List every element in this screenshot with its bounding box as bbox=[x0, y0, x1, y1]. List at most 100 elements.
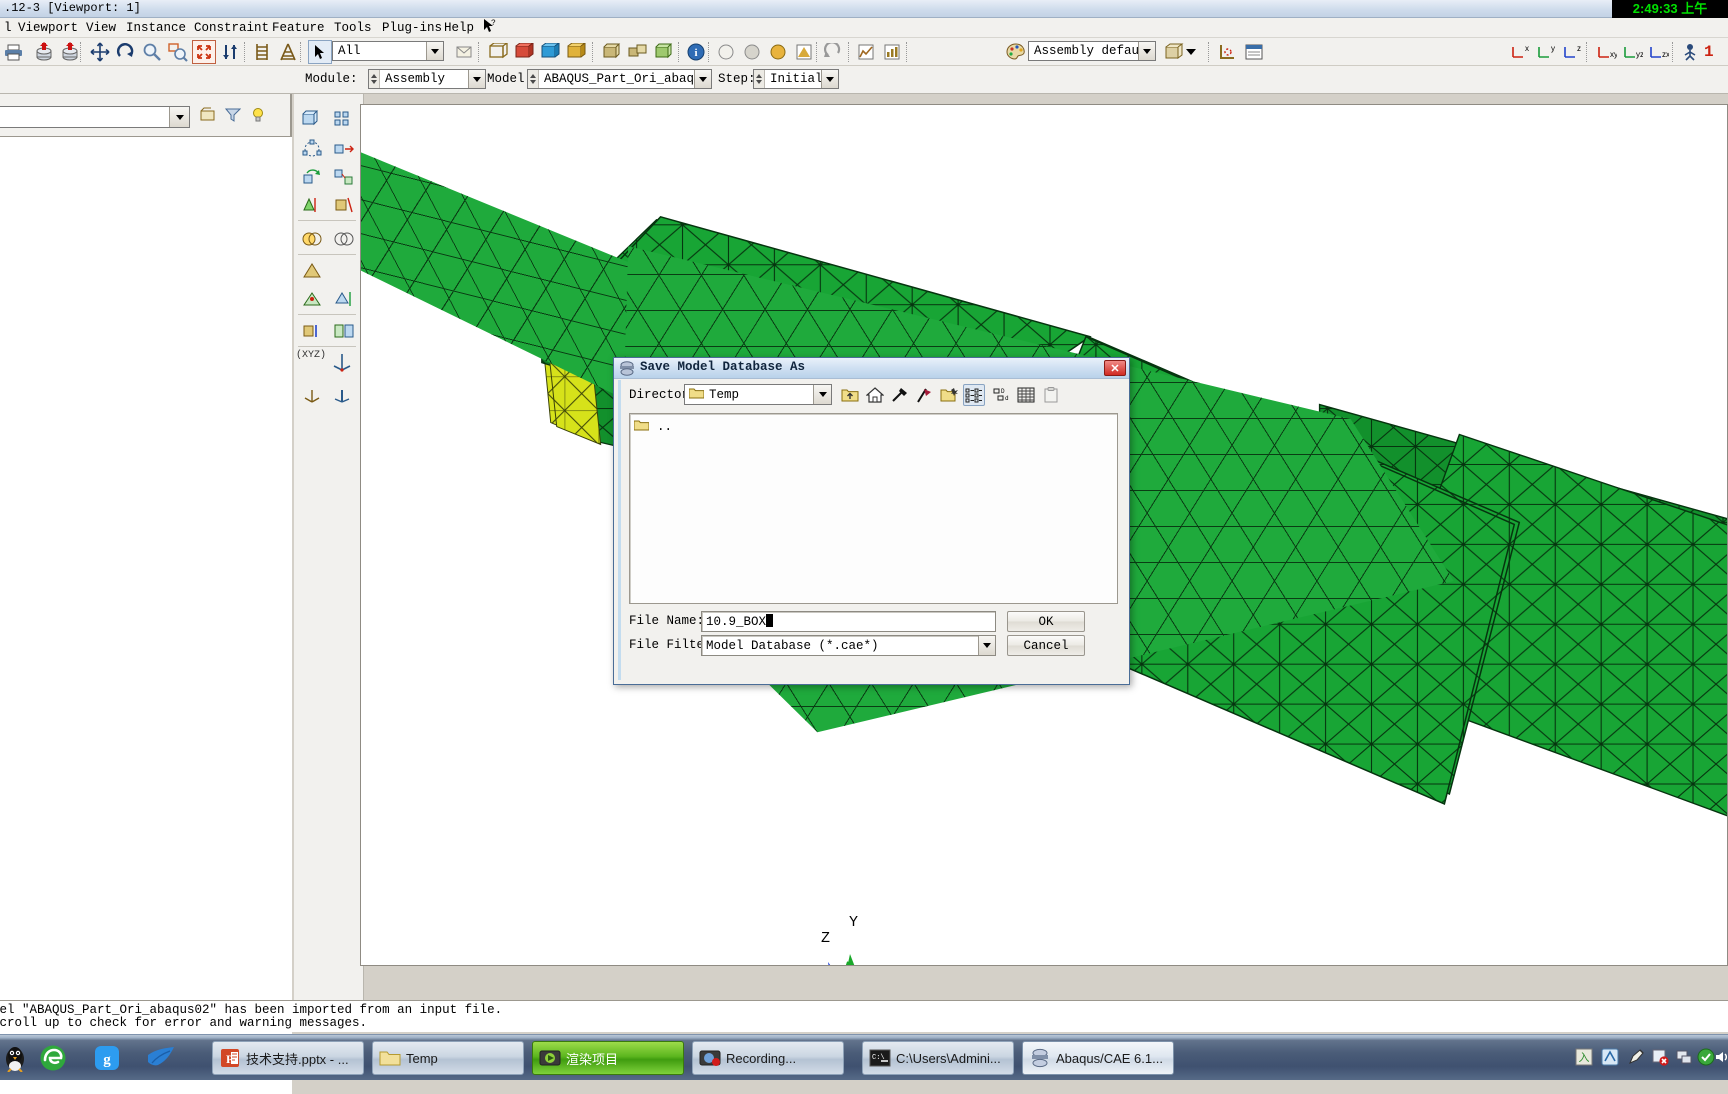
directory-combo[interactable]: Temp bbox=[684, 384, 832, 405]
bookmark-flag-icon[interactable] bbox=[913, 384, 935, 406]
menu-item-viewport[interactable]: Viewport bbox=[14, 20, 82, 36]
csys-zx-icon[interactable]: zx bbox=[1646, 40, 1670, 64]
detail-view-icon[interactable]: Dd bbox=[990, 384, 1012, 406]
dialog-titlebar[interactable]: Save Model Database As ✕ bbox=[614, 358, 1129, 379]
taskbar-item-console[interactable]: C:\ C:\Users\Admini... bbox=[862, 1041, 1014, 1075]
palette-icon[interactable] bbox=[1004, 40, 1028, 64]
undo-arrow-icon[interactable] bbox=[822, 40, 846, 64]
display-cube-icon[interactable] bbox=[1162, 40, 1186, 64]
merge-cut-icon[interactable] bbox=[298, 226, 326, 252]
probe-icon[interactable] bbox=[1216, 40, 1240, 64]
tree-expand-icon[interactable] bbox=[197, 105, 219, 125]
cancel-button[interactable]: Cancel bbox=[1007, 635, 1085, 656]
module-combo[interactable]: Assembly bbox=[368, 69, 486, 89]
menu-item-view[interactable]: View bbox=[82, 20, 120, 36]
chevron-down-icon[interactable] bbox=[468, 70, 485, 88]
ladder-iso-icon[interactable] bbox=[276, 40, 300, 64]
list-view-icon[interactable] bbox=[963, 384, 985, 406]
tray-blue-icon[interactable] bbox=[1600, 1047, 1620, 1067]
model-combo[interactable]: ABAQUS_Part_Ori_abaqus02 bbox=[527, 69, 712, 89]
home-directory-icon[interactable] bbox=[864, 384, 886, 406]
help-arrow-icon[interactable]: ? bbox=[478, 18, 501, 34]
close-icon[interactable]: ✕ bbox=[1104, 360, 1126, 376]
step-spinner[interactable] bbox=[754, 70, 765, 88]
file-list[interactable]: .. bbox=[629, 413, 1118, 604]
save-database-icon[interactable] bbox=[32, 40, 56, 64]
face-to-face-icon[interactable] bbox=[330, 318, 358, 344]
ok-button[interactable]: OK bbox=[1007, 611, 1085, 632]
tree-filter-icon[interactable] bbox=[222, 105, 244, 125]
filled-render-icon[interactable] bbox=[538, 40, 562, 64]
query-table-icon[interactable] bbox=[1242, 40, 1266, 64]
convert-constraint-icon[interactable] bbox=[330, 226, 358, 252]
translate-to-icon[interactable] bbox=[330, 164, 358, 190]
rotate-instance-icon[interactable] bbox=[298, 164, 326, 190]
taskbar-item-temp[interactable]: Temp bbox=[372, 1041, 524, 1075]
display-group-combo[interactable]: Assembly defaults bbox=[1028, 41, 1156, 61]
fit-view-icon[interactable] bbox=[192, 40, 216, 64]
chevron-down-icon[interactable] bbox=[1138, 42, 1155, 60]
csys-yz-icon[interactable]: yz bbox=[1620, 40, 1644, 64]
taskbar-item-render[interactable]: 渲染项目 bbox=[532, 1041, 684, 1075]
info-icon[interactable]: i bbox=[684, 40, 708, 64]
chevron-down-icon[interactable] bbox=[694, 70, 711, 88]
open-database-icon[interactable] bbox=[58, 40, 82, 64]
file-name-input[interactable]: 10.9_BOX bbox=[701, 611, 996, 632]
tray-red-x-icon[interactable] bbox=[1650, 1047, 1670, 1067]
tray-volume-icon[interactable] bbox=[1712, 1047, 1728, 1067]
translate-instance-icon[interactable] bbox=[330, 136, 358, 162]
chart-icon[interactable] bbox=[880, 40, 904, 64]
tray-green-icon[interactable]: 入 bbox=[1574, 1047, 1594, 1067]
sphere-gold-icon[interactable] bbox=[766, 40, 790, 64]
menu-item-plugins[interactable]: Plug-ins bbox=[378, 20, 446, 36]
model-spinner[interactable] bbox=[528, 70, 539, 88]
model-tree-combo[interactable]: ase bbox=[0, 106, 190, 128]
up-one-directory-icon[interactable] bbox=[839, 384, 861, 406]
datum-csys-icon[interactable] bbox=[328, 348, 356, 374]
csys-x-icon[interactable]: x bbox=[1508, 40, 1532, 64]
menu-item-help[interactable]: Help bbox=[440, 20, 478, 36]
shaded-render-icon[interactable] bbox=[564, 40, 588, 64]
color-code-icon[interactable] bbox=[792, 40, 816, 64]
assembly-display-icon[interactable] bbox=[626, 40, 650, 64]
select-options-icon[interactable] bbox=[452, 40, 476, 64]
menu-item-feature[interactable]: Feature bbox=[268, 20, 329, 36]
sphere-white-icon[interactable] bbox=[714, 40, 738, 64]
ladder-front-icon[interactable] bbox=[250, 40, 274, 64]
csys-xy-icon[interactable]: xy bbox=[1594, 40, 1618, 64]
menu-item-tools[interactable]: Tools bbox=[330, 20, 376, 36]
display-cube-dropdown[interactable] bbox=[1184, 40, 1198, 64]
create-instance-icon[interactable] bbox=[298, 106, 326, 132]
chevron-down-icon[interactable] bbox=[169, 107, 189, 127]
module-spinner[interactable] bbox=[369, 70, 380, 88]
pan-view-icon[interactable] bbox=[88, 40, 112, 64]
new-directory-icon[interactable] bbox=[938, 384, 960, 406]
person-icon[interactable] bbox=[1678, 40, 1702, 64]
radial-pattern-icon[interactable] bbox=[298, 136, 326, 162]
menu-item-constraint[interactable]: Constraint bbox=[190, 20, 273, 36]
sphere-gray-icon[interactable] bbox=[740, 40, 764, 64]
browser-e-icon[interactable] bbox=[38, 1043, 68, 1073]
model-tree[interactable]: ) t_Ori_abaqus02 ns ity Processes cution… bbox=[0, 136, 292, 1094]
chevron-down-icon[interactable] bbox=[821, 70, 838, 88]
wireframe-render-icon[interactable] bbox=[486, 40, 510, 64]
selection-filter-combo[interactable]: All bbox=[332, 41, 444, 61]
parallel-face-icon[interactable] bbox=[330, 286, 358, 312]
linear-pattern-icon[interactable] bbox=[330, 106, 358, 132]
chevron-down-icon[interactable] bbox=[426, 42, 443, 60]
grid-view-icon[interactable] bbox=[1015, 384, 1037, 406]
file-filter-combo[interactable]: Model Database (*.cae*) bbox=[701, 635, 996, 656]
csys-z-icon[interactable]: z bbox=[1560, 40, 1584, 64]
message-area[interactable]: del "ABAQUS_Part_Ori_abaqus02" has been … bbox=[0, 1000, 1728, 1032]
chevron-down-icon[interactable] bbox=[813, 385, 831, 404]
list-item[interactable]: .. bbox=[633, 418, 672, 436]
print-icon[interactable] bbox=[2, 40, 26, 64]
sogou-icon[interactable]: g bbox=[92, 1043, 122, 1073]
tree-bulb-icon[interactable] bbox=[247, 105, 269, 125]
position-axis-icon[interactable] bbox=[330, 192, 358, 218]
datum-point-icon[interactable] bbox=[298, 382, 326, 408]
csys-y-icon[interactable]: y bbox=[1534, 40, 1558, 64]
clipboard-icon[interactable] bbox=[1040, 384, 1062, 406]
part-display-icon[interactable] bbox=[600, 40, 624, 64]
taskbar-item-abaqus[interactable]: Abaqus/CAE 6.1... bbox=[1022, 1041, 1174, 1075]
